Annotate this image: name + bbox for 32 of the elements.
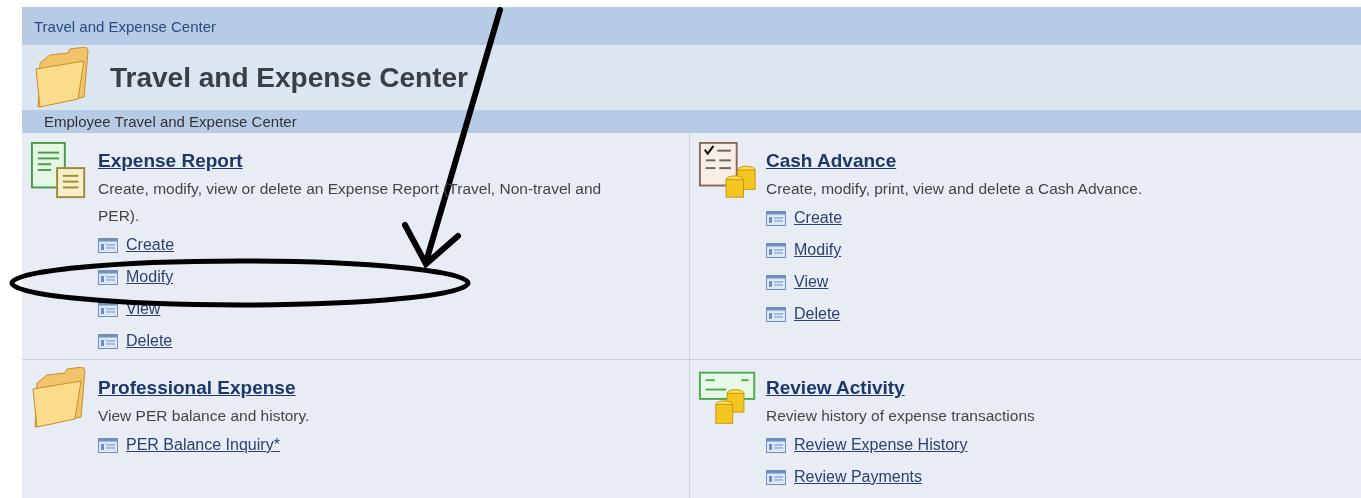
section-description: Create, modify, print, view and delete a Cash Advance. [766,179,1143,199]
section-title-link[interactable]: Cash Advance [766,150,897,172]
page-icon [766,210,786,226]
page-title: Travel and Expense Center [110,61,468,94]
breadcrumb: Travel and Expense Center [34,17,217,35]
section-title-link[interactable]: Review Activity [766,377,905,399]
menu-link[interactable]: Create [126,236,175,254]
section-description: Review history of expense transactions [766,406,1035,426]
folder-icon [31,367,89,429]
page-icon [766,306,786,322]
folder-icon [34,46,92,109]
page-icon [766,469,786,485]
menu-link[interactable]: Delete [126,332,173,350]
menu-link[interactable]: Delete [794,305,841,323]
page-icon [98,437,118,453]
menu-link[interactable]: Review Payments [794,468,923,486]
menu-link[interactable]: Modify [126,268,174,286]
menu-link[interactable]: Create [794,209,843,227]
page-icon [98,237,118,253]
menu-link[interactable]: Review Expense History [794,436,968,454]
menu-link[interactable]: Modify [794,241,842,259]
section-title-link[interactable]: Professional Expense [98,377,296,399]
section-description: View PER balance and history. [98,406,310,426]
page-icon [766,242,786,258]
section-title-link[interactable]: Expense Report [98,150,243,172]
section-header: Employee Travel and Expense Center [44,113,297,130]
page-icon [98,333,118,349]
menu-link[interactable]: View [794,273,829,291]
page-icon [766,274,786,290]
page-icon [766,437,786,453]
menu-link[interactable]: PER Balance Inquiry* [126,436,280,454]
page-icon [98,269,118,285]
